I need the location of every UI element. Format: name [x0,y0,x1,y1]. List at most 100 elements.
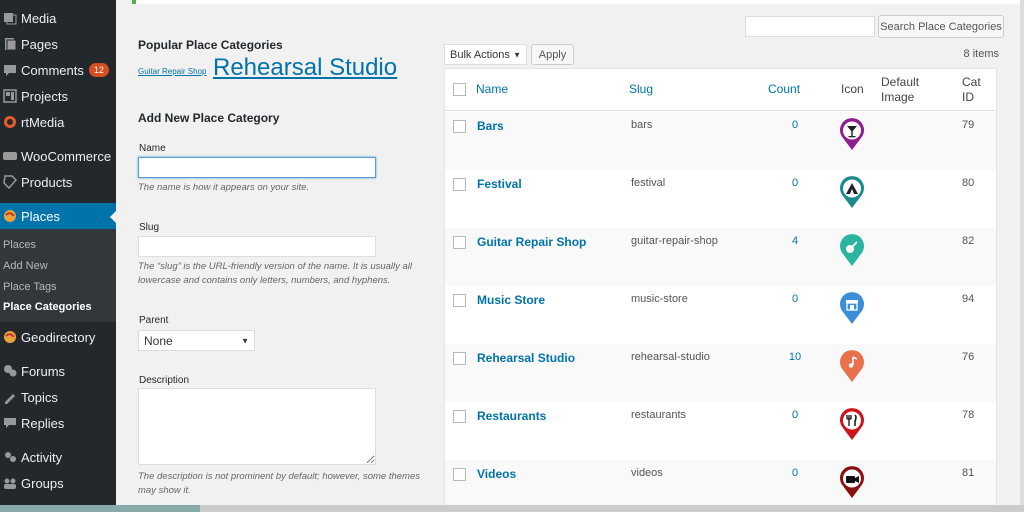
column-slug[interactable]: Slug [629,82,653,96]
sidebar-item-replies[interactable]: Replies [0,410,116,436]
comments-icon [3,63,17,77]
active-menu-arrow [110,209,118,225]
category-name-link[interactable]: Videos [477,467,516,481]
description-field[interactable] [138,388,376,465]
media-icon [3,11,17,25]
sidebar-item-groups[interactable]: Groups [0,470,116,496]
category-slug: music-store [631,293,688,305]
sidebar-item-media[interactable]: Media [0,5,116,31]
search-categories-button[interactable]: Search Place Categories [878,15,1004,38]
sidebar-item-label: Projects [21,88,68,104]
parent-select-value: None [144,333,173,348]
projects-icon [3,89,17,103]
table-row[interactable]: Restaurants restaurants 0 78 [445,402,996,460]
search-input[interactable] [745,16,875,37]
category-count-link[interactable]: 0 [785,119,805,131]
category-name-link[interactable]: Restaurants [477,409,546,423]
sidebar-item-comments[interactable]: Comments 12 [0,57,116,83]
replies-icon [3,416,17,430]
parent-select[interactable]: None ▼ [138,330,255,351]
column-icon: Icon [841,82,864,96]
category-name-link[interactable]: Festival [477,177,522,191]
category-count-link[interactable]: 4 [785,235,805,247]
sidebar-item-geodirectory[interactable]: Geodirectory [0,324,116,350]
category-id: 76 [962,351,975,363]
select-all-checkbox[interactable] [453,83,466,96]
tag-cloud-link[interactable]: Rehearsal Studio [213,54,397,82]
column-name[interactable]: Name [476,82,508,96]
category-slug: guitar-repair-shop [631,235,718,247]
category-count-link[interactable]: 10 [785,351,805,363]
tag-cloud-link[interactable]: Guitar Repair Shop [138,67,206,76]
cocktail-icon [840,118,864,150]
sidebar-item-pages[interactable]: Pages [0,31,116,57]
column-count[interactable]: Count [768,82,800,96]
horizontal-scrollbar[interactable] [0,505,1024,512]
sidebar-item-label: rtMedia [21,114,65,130]
category-slug: festival [631,177,666,189]
sidebar-item-label: Products [21,174,73,190]
sidebar-item-activity[interactable]: Activity [0,444,116,470]
chevron-down-icon: ▼ [513,50,521,59]
category-count-link[interactable]: 0 [785,293,805,305]
scrollbar-thumb[interactable] [0,505,200,512]
apply-button[interactable]: Apply [531,44,574,65]
row-checkbox[interactable] [453,410,466,423]
row-checkbox[interactable] [453,120,466,133]
bulk-actions-value: Bulk Actions [450,48,510,61]
category-count-link[interactable]: 0 [785,409,805,421]
row-checkbox[interactable] [453,294,466,307]
sidebar-item-topics[interactable]: Topics [0,384,116,410]
sidebar-item-forums[interactable]: Forums [0,358,116,384]
category-id: 78 [962,409,975,421]
vertical-scrollbar[interactable] [1020,0,1024,505]
category-slug: bars [631,119,653,131]
row-checkbox[interactable] [453,468,466,481]
name-description: The name is how it appears on your site. [138,182,310,193]
sidebar-item-label: Activity [21,449,63,465]
topics-icon [3,390,17,404]
sidebar-item-projects[interactable]: Projects [0,83,116,109]
table-row[interactable]: Festival festival 0 80 [445,170,996,228]
sidebar-item-label: Replies [21,415,65,431]
bulk-actions-select[interactable]: Bulk Actions ▼ [444,44,527,65]
name-field[interactable] [138,157,376,178]
category-slug: restaurants [631,409,687,421]
table-row[interactable]: Music Store music-store 0 94 [445,286,996,344]
category-count-link[interactable]: 0 [785,177,805,189]
table-header: Name Slug Count Icon Default Image Cat I… [445,69,996,111]
category-name-link[interactable]: Guitar Repair Shop [477,235,586,249]
slug-field[interactable] [138,236,376,257]
table-row[interactable]: Guitar Repair Shop guitar-repair-shop 4 82 [445,228,996,286]
submenu-item-place-tags[interactable]: Place Tags [3,281,57,293]
category-name-link[interactable]: Rehearsal Studio [477,351,575,365]
places-icon [3,209,17,223]
sidebar-item-rtmedia[interactable]: rtMedia [0,109,116,135]
submenu-item-places[interactable]: Places [3,239,36,251]
submenu-item-add-new[interactable]: Add New [3,260,48,272]
sidebar-item-places[interactable]: Places [0,203,116,229]
category-count-link[interactable]: 0 [785,467,805,479]
store-icon [840,292,864,324]
sidebar-item-label: Comments [21,62,84,78]
tent-icon [840,176,864,208]
row-checkbox[interactable] [453,178,466,191]
description-label: Description [139,375,190,386]
submenu-item-place-categories[interactable]: Place Categories [3,301,92,313]
sidebar-item-woocommerce[interactable]: WooCommerce [0,143,116,169]
woocommerce-icon [3,149,17,163]
table-row[interactable]: Rehearsal Studio rehearsal-studio 10 76 [445,344,996,402]
table-row[interactable]: Bars bars 0 79 [445,112,996,170]
category-name-link[interactable]: Music Store [477,293,545,307]
utensils-icon [840,408,864,440]
sidebar-item-products[interactable]: Products [0,169,116,195]
row-checkbox[interactable] [453,352,466,365]
description-help: The description is not prominent by defa… [138,471,420,496]
category-name-link[interactable]: Bars [477,119,504,133]
category-id: 81 [962,467,975,479]
row-checkbox[interactable] [453,236,466,249]
music-note-icon [840,350,864,382]
categories-table: Name Slug Count Icon Default Image Cat I… [444,68,997,512]
sidebar-item-label: Pages [21,36,58,52]
slug-description: The “slug” is the URL-friendly version o… [138,261,413,286]
